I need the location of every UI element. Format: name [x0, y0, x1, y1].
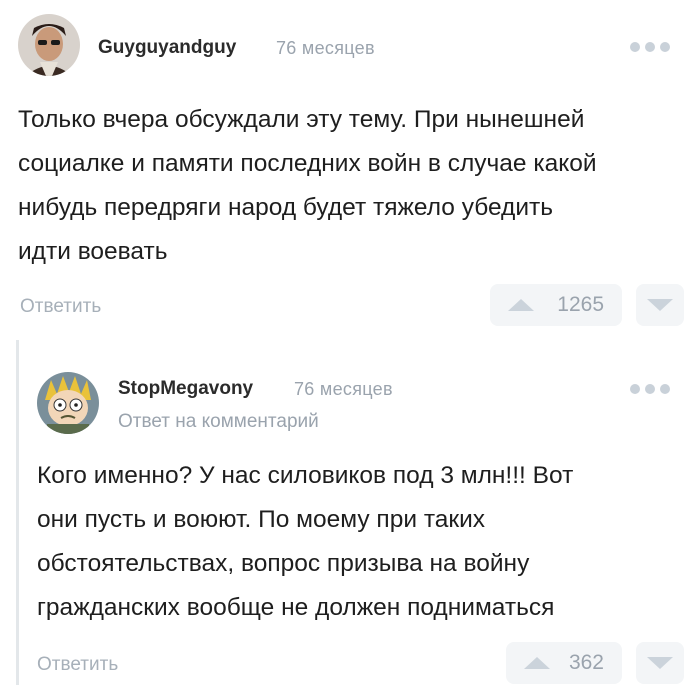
- reply-button[interactable]: Ответить: [37, 654, 118, 676]
- comment-text-line: идти воевать: [18, 238, 168, 265]
- rating-count: 362: [568, 651, 604, 674]
- upvote-button[interactable]: 1265: [490, 284, 622, 326]
- comment-text-line: гражданских вообще не должен подниматься: [37, 594, 555, 621]
- username[interactable]: Guyguyandguy: [98, 37, 236, 59]
- avatar[interactable]: [37, 372, 99, 434]
- downvote-button[interactable]: [636, 642, 684, 684]
- arrow-up-icon: [508, 299, 534, 311]
- rating-count: 1265: [557, 293, 604, 316]
- arrow-down-icon: [647, 657, 673, 669]
- downvote-button[interactable]: [636, 284, 684, 326]
- thread-line: [16, 340, 19, 685]
- arrow-down-icon: [647, 299, 673, 311]
- reply-button[interactable]: Ответить: [20, 296, 101, 318]
- more-options-icon[interactable]: [630, 42, 670, 52]
- comment-text-line: они пусть и воюют. По моему при таких: [37, 506, 486, 533]
- comment-text-line: социалке и памяти последних войн в случа…: [18, 150, 597, 177]
- upvote-button[interactable]: 362: [506, 642, 622, 684]
- reply-to-prefix: Ответ на: [118, 411, 197, 432]
- user-photo-icon: [18, 14, 80, 76]
- comment-text-line: Только вчера обсуждали эту тему. При нын…: [18, 106, 585, 133]
- more-options-icon[interactable]: [630, 384, 670, 394]
- comment-text-line: нибудь передряги народ будет тяжело убед…: [18, 194, 554, 221]
- comment-text-line: Кого именно? У нас силовиков под 3 млн!!…: [37, 462, 574, 489]
- comment-text-line: обстоятельствах, вопрос призыва на войну: [37, 550, 530, 577]
- reply-to-info: Ответ на комментарий: [118, 411, 319, 433]
- reply-to-link[interactable]: комментарий: [202, 411, 319, 432]
- username[interactable]: StopMegavony: [118, 378, 253, 400]
- timestamp: 76 месяцев: [276, 38, 375, 58]
- cartoon-avatar-icon: [37, 372, 99, 434]
- timestamp: 76 месяцев: [294, 379, 393, 399]
- arrow-up-icon: [524, 657, 550, 669]
- avatar[interactable]: [18, 14, 80, 76]
